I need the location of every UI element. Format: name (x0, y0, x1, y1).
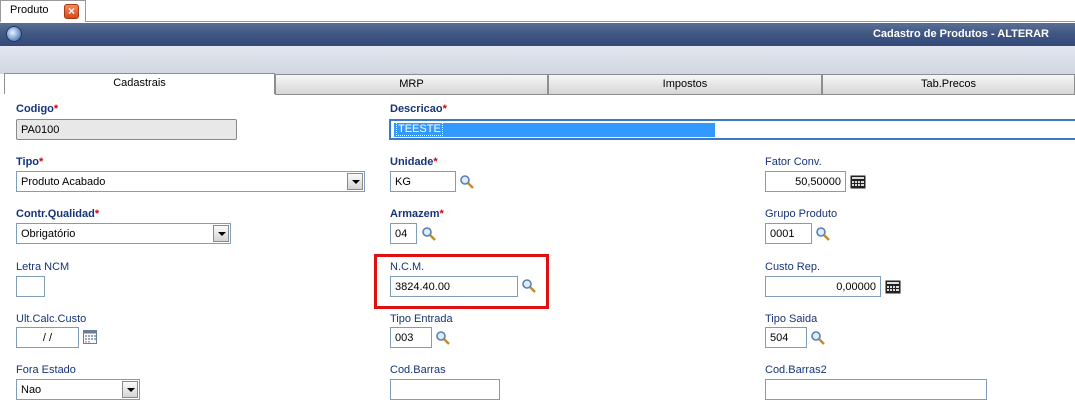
custo-rep-field[interactable]: 0,00000 (765, 276, 881, 297)
tipo-select-value: Produto Acabado (21, 176, 106, 188)
tipo-select[interactable]: Produto Acabado (16, 171, 365, 192)
tab-mrp[interactable]: MRP (275, 74, 548, 94)
cod-barras2-label: Cod.Barras2 (765, 364, 827, 376)
fator-conv-label: Fator Conv. (765, 156, 822, 168)
search-icon[interactable] (815, 226, 831, 242)
chevron-down-icon[interactable] (122, 381, 138, 398)
contr-qualidade-select[interactable]: Obrigatório (16, 223, 231, 244)
header-band (0, 46, 1075, 74)
document-tab-strip: Produto × (0, 0, 1075, 22)
descricao-field[interactable]: TEESTE (389, 119, 1075, 140)
search-icon[interactable] (810, 330, 826, 346)
letra-ncm-label: Letra NCM (16, 261, 70, 273)
tab-cadastrais[interactable]: Cadastrais (4, 73, 275, 94)
section-tabs: Cadastrais MRP Impostos Tab.Precos (4, 73, 1075, 94)
ncm-highlight-box (374, 254, 549, 309)
codigo-field[interactable]: PA0100 (16, 119, 237, 140)
calculator-icon[interactable] (885, 280, 901, 294)
tipo-entrada-label: Tipo Entrada (390, 313, 453, 325)
search-icon[interactable] (435, 330, 451, 346)
letra-ncm-field[interactable] (16, 276, 45, 297)
search-icon[interactable] (421, 226, 437, 242)
tab-produto[interactable]: Produto × (0, 0, 86, 22)
descricao-selected-text: TEESTE (394, 122, 715, 137)
tab-produto-label: Produto (10, 4, 49, 16)
tipo-label: Tipo* (16, 156, 44, 168)
tipo-entrada-field[interactable]: 003 (390, 327, 432, 348)
fora-estado-label: Fora Estado (16, 364, 76, 376)
app-logo-icon[interactable] (6, 26, 22, 42)
fator-conv-field[interactable]: 50,50000 (765, 171, 846, 192)
chevron-down-icon[interactable] (213, 225, 229, 242)
ult-calc-custo-label: Ult.Calc.Custo (16, 313, 87, 325)
codigo-label: Codigo* (16, 103, 59, 115)
calendar-icon[interactable] (83, 330, 97, 344)
cod-barras2-field[interactable] (765, 379, 987, 400)
window-title-bar: Cadastro de Produtos - ALTERAR (0, 23, 1075, 46)
fora-estado-select[interactable]: Nao (16, 379, 140, 400)
custo-rep-label: Custo Rep. (765, 261, 821, 273)
descricao-label: Descricao* (390, 103, 447, 115)
unidade-field[interactable]: KG (390, 171, 456, 192)
cod-barras-field[interactable] (390, 379, 500, 400)
fora-estado-value: Nao (21, 384, 42, 396)
grupo-produto-label: Grupo Produto (765, 208, 838, 220)
unidade-label: Unidade* (390, 156, 438, 168)
armazem-field[interactable]: 04 (390, 223, 417, 244)
tabs-divider (275, 94, 1075, 95)
search-icon[interactable] (459, 174, 475, 190)
tipo-saida-label: Tipo Saida (765, 313, 818, 325)
calculator-icon[interactable] (850, 175, 866, 189)
close-icon[interactable]: × (64, 4, 79, 19)
contr-qualidade-label: Contr.Qualidad* (16, 208, 100, 220)
tab-tab-precos[interactable]: Tab.Precos (822, 74, 1075, 94)
armazem-label: Armazem* (390, 208, 444, 220)
ult-calc-custo-field[interactable]: / / (16, 327, 79, 348)
tab-impostos[interactable]: Impostos (548, 74, 822, 94)
chevron-down-icon[interactable] (347, 173, 363, 190)
cod-barras-label: Cod.Barras (390, 364, 446, 376)
window-title: Cadastro de Produtos - ALTERAR (872, 28, 1049, 40)
tipo-saida-field[interactable]: 504 (765, 327, 807, 348)
grupo-produto-field[interactable]: 0001 (765, 223, 812, 244)
contr-qualidade-value: Obrigatório (21, 228, 76, 240)
